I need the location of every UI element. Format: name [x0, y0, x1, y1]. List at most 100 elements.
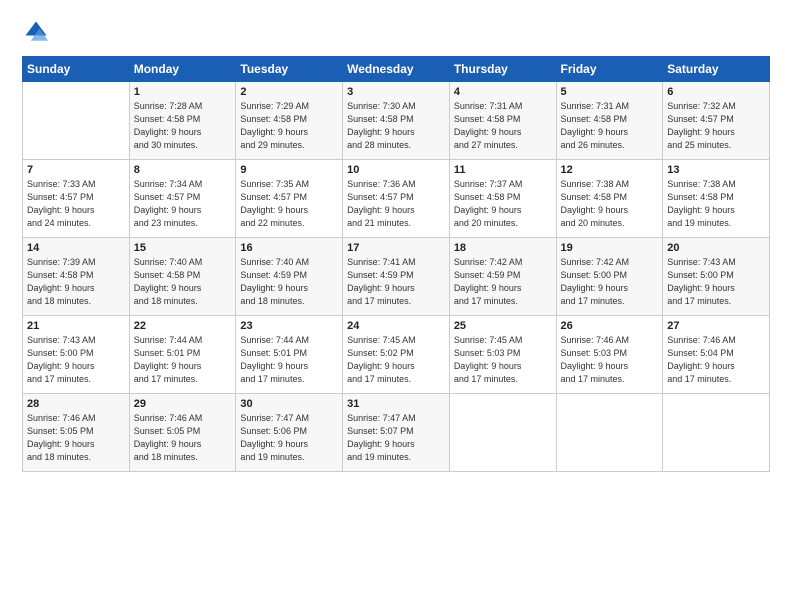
day-cell [663, 394, 770, 472]
day-number: 13 [667, 164, 765, 176]
day-number: 31 [347, 398, 445, 410]
day-info: Sunrise: 7:31 AM Sunset: 4:58 PM Dayligh… [561, 100, 659, 152]
day-number: 18 [454, 242, 552, 254]
day-info: Sunrise: 7:36 AM Sunset: 4:57 PM Dayligh… [347, 178, 445, 230]
day-number: 15 [134, 242, 232, 254]
day-cell: 31 Sunrise: 7:47 AM Sunset: 5:07 PM Dayli… [343, 394, 450, 472]
day-number: 27 [667, 320, 765, 332]
day-cell: 14Sunrise: 7:39 AM Sunset: 4:58 PM Dayli… [23, 238, 130, 316]
day-info: Sunrise: 7:29 AM Sunset: 4:58 PM Dayligh… [240, 100, 338, 152]
day-number: 28 [27, 398, 125, 410]
day-number: 25 [454, 320, 552, 332]
day-number: 26 [561, 320, 659, 332]
day-number: 19 [561, 242, 659, 254]
col-header-saturday: Saturday [663, 57, 770, 82]
calendar-header-row: SundayMondayTuesdayWednesdayThursdayFrid… [23, 57, 770, 82]
day-number: 22 [134, 320, 232, 332]
day-number: 21 [27, 320, 125, 332]
day-cell [23, 82, 130, 160]
day-number: 24 [347, 320, 445, 332]
day-cell: 24 Sunrise: 7:45 AM Sunset: 5:02 PM Dayli… [343, 316, 450, 394]
day-number: 5 [561, 86, 659, 98]
day-number: 7 [27, 164, 125, 176]
day-number: 10 [347, 164, 445, 176]
day-cell: 10 Sunrise: 7:36 AM Sunset: 4:57 PM Dayli… [343, 160, 450, 238]
day-info: Sunrise: 7:46 AM Sunset: 5:03 PM Dayligh… [561, 334, 659, 386]
day-number: 16 [240, 242, 338, 254]
day-number: 23 [240, 320, 338, 332]
day-number: 11 [454, 164, 552, 176]
day-info: Sunrise: 7:44 AM Sunset: 5:01 PM Dayligh… [134, 334, 232, 386]
day-cell: 5 Sunrise: 7:31 AM Sunset: 4:58 PM Daylig… [556, 82, 663, 160]
day-cell: 12 Sunrise: 7:38 AM Sunset: 4:58 PM Dayli… [556, 160, 663, 238]
day-cell: 25 Sunrise: 7:45 AM Sunset: 5:03 PM Dayli… [449, 316, 556, 394]
day-info: Sunrise: 7:30 AM Sunset: 4:58 PM Dayligh… [347, 100, 445, 152]
day-number: 29 [134, 398, 232, 410]
day-cell: 4Sunrise: 7:31 AM Sunset: 4:58 PM Daylig… [449, 82, 556, 160]
day-cell: 1 Sunrise: 7:28 AM Sunset: 4:58 PM Daylig… [129, 82, 236, 160]
day-number: 20 [667, 242, 765, 254]
day-cell: 18 Sunrise: 7:42 AM Sunset: 4:59 PM Dayli… [449, 238, 556, 316]
day-number: 2 [240, 86, 338, 98]
day-number: 12 [561, 164, 659, 176]
day-cell: 29Sunrise: 7:46 AM Sunset: 5:05 PM Dayli… [129, 394, 236, 472]
col-header-monday: Monday [129, 57, 236, 82]
day-cell: 22 Sunrise: 7:44 AM Sunset: 5:01 PM Dayli… [129, 316, 236, 394]
day-number: 4 [454, 86, 552, 98]
day-cell [556, 394, 663, 472]
day-cell: 16 Sunrise: 7:40 AM Sunset: 4:59 PM Dayli… [236, 238, 343, 316]
day-number: 9 [240, 164, 338, 176]
day-info: Sunrise: 7:40 AM Sunset: 4:59 PM Dayligh… [240, 256, 338, 308]
day-cell: 26 Sunrise: 7:46 AM Sunset: 5:03 PM Dayli… [556, 316, 663, 394]
day-info: Sunrise: 7:32 AM Sunset: 4:57 PM Dayligh… [667, 100, 765, 152]
week-row-5: 28 Sunrise: 7:46 AM Sunset: 5:05 PM Dayli… [23, 394, 770, 472]
day-number: 14 [27, 242, 125, 254]
day-info: Sunrise: 7:34 AM Sunset: 4:57 PM Dayligh… [134, 178, 232, 230]
day-cell: 15 Sunrise: 7:40 AM Sunset: 4:58 PM Dayli… [129, 238, 236, 316]
header [22, 18, 770, 46]
day-cell: 6 Sunrise: 7:32 AM Sunset: 4:57 PM Daylig… [663, 82, 770, 160]
day-info: Sunrise: 7:46 AM Sunset: 5:04 PM Dayligh… [667, 334, 765, 386]
col-header-tuesday: Tuesday [236, 57, 343, 82]
col-header-thursday: Thursday [449, 57, 556, 82]
day-cell: 30 Sunrise: 7:47 AM Sunset: 5:06 PM Dayli… [236, 394, 343, 472]
day-cell: 21Sunrise: 7:43 AM Sunset: 5:00 PM Dayli… [23, 316, 130, 394]
day-info: Sunrise: 7:43 AM Sunset: 5:00 PM Dayligh… [667, 256, 765, 308]
col-header-friday: Friday [556, 57, 663, 82]
day-info: Sunrise: 7:38 AM Sunset: 4:58 PM Dayligh… [561, 178, 659, 230]
day-number: 3 [347, 86, 445, 98]
day-cell: 13Sunrise: 7:38 AM Sunset: 4:58 PM Dayli… [663, 160, 770, 238]
day-info: Sunrise: 7:47 AM Sunset: 5:06 PM Dayligh… [240, 412, 338, 464]
day-info: Sunrise: 7:46 AM Sunset: 5:05 PM Dayligh… [27, 412, 125, 464]
day-cell: 20 Sunrise: 7:43 AM Sunset: 5:00 PM Dayli… [663, 238, 770, 316]
day-cell [449, 394, 556, 472]
day-cell: 28 Sunrise: 7:46 AM Sunset: 5:05 PM Dayli… [23, 394, 130, 472]
day-info: Sunrise: 7:33 AM Sunset: 4:57 PM Dayligh… [27, 178, 125, 230]
day-number: 1 [134, 86, 232, 98]
day-number: 30 [240, 398, 338, 410]
week-row-3: 14Sunrise: 7:39 AM Sunset: 4:58 PM Dayli… [23, 238, 770, 316]
day-number: 6 [667, 86, 765, 98]
day-cell: 9Sunrise: 7:35 AM Sunset: 4:57 PM Daylig… [236, 160, 343, 238]
day-info: Sunrise: 7:41 AM Sunset: 4:59 PM Dayligh… [347, 256, 445, 308]
logo-icon [22, 18, 50, 46]
day-info: Sunrise: 7:40 AM Sunset: 4:58 PM Dayligh… [134, 256, 232, 308]
logo [22, 18, 54, 46]
day-info: Sunrise: 7:42 AM Sunset: 5:00 PM Dayligh… [561, 256, 659, 308]
day-info: Sunrise: 7:37 AM Sunset: 4:58 PM Dayligh… [454, 178, 552, 230]
day-info: Sunrise: 7:45 AM Sunset: 5:03 PM Dayligh… [454, 334, 552, 386]
col-header-sunday: Sunday [23, 57, 130, 82]
day-info: Sunrise: 7:42 AM Sunset: 4:59 PM Dayligh… [454, 256, 552, 308]
day-cell: 27 Sunrise: 7:46 AM Sunset: 5:04 PM Dayli… [663, 316, 770, 394]
day-info: Sunrise: 7:47 AM Sunset: 5:07 PM Dayligh… [347, 412, 445, 464]
page: SundayMondayTuesdayWednesdayThursdayFrid… [0, 0, 792, 612]
day-cell: 19 Sunrise: 7:42 AM Sunset: 5:00 PM Dayli… [556, 238, 663, 316]
day-info: Sunrise: 7:44 AM Sunset: 5:01 PM Dayligh… [240, 334, 338, 386]
day-info: Sunrise: 7:28 AM Sunset: 4:58 PM Dayligh… [134, 100, 232, 152]
day-cell: 11 Sunrise: 7:37 AM Sunset: 4:58 PM Dayli… [449, 160, 556, 238]
week-row-2: 7 Sunrise: 7:33 AM Sunset: 4:57 PM Daylig… [23, 160, 770, 238]
day-cell: 3 Sunrise: 7:30 AM Sunset: 4:58 PM Daylig… [343, 82, 450, 160]
calendar-table: SundayMondayTuesdayWednesdayThursdayFrid… [22, 56, 770, 472]
day-info: Sunrise: 7:45 AM Sunset: 5:02 PM Dayligh… [347, 334, 445, 386]
day-cell: 2 Sunrise: 7:29 AM Sunset: 4:58 PM Daylig… [236, 82, 343, 160]
